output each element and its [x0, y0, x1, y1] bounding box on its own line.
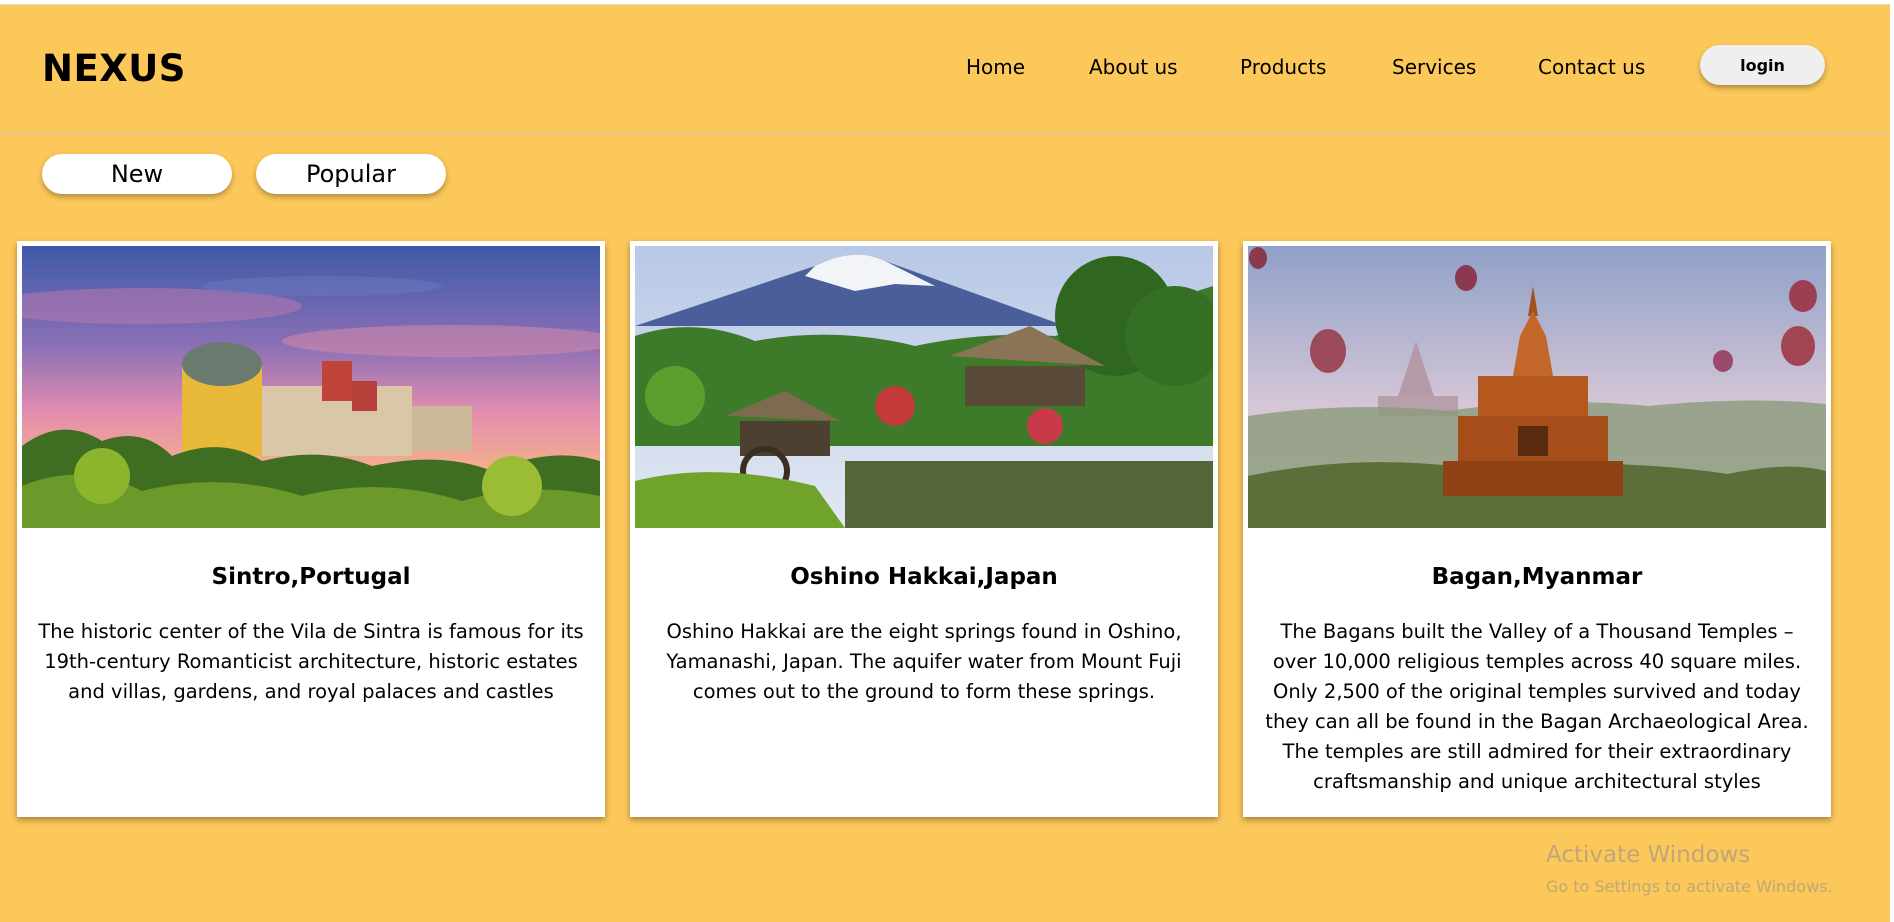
site-logo[interactable]: NEXUS: [42, 47, 186, 90]
destination-card-bagan[interactable]: Bagan,Myanmar The Bagans built the Valle…: [1243, 241, 1831, 817]
card-title: Bagan,Myanmar: [1431, 564, 1643, 590]
destination-card-sintra[interactable]: Sintro,Portugal The historic center of t…: [17, 241, 605, 817]
window-edge: [1890, 0, 1894, 921]
filter-popular-button[interactable]: Popular: [256, 154, 446, 194]
page-background: NEXUS Home About us Products Services Co…: [0, 4, 1890, 922]
login-button[interactable]: login: [1700, 45, 1825, 85]
card-description: The historic center of the Vila de Sintr…: [38, 620, 584, 703]
bagan-temples-image: [1248, 246, 1826, 528]
oshino-hakkai-image: [635, 246, 1213, 528]
filter-new-button[interactable]: New: [42, 154, 232, 194]
nav-about-us[interactable]: About us: [1089, 55, 1178, 79]
card-description: The Bagans built the Valley of a Thousan…: [1265, 620, 1809, 793]
site-header: NEXUS Home About us Products Services Co…: [0, 5, 1890, 134]
nav-services[interactable]: Services: [1392, 55, 1476, 79]
nav-contact-us[interactable]: Contact us: [1538, 55, 1645, 79]
card-description: Oshino Hakkai are the eight springs foun…: [666, 620, 1182, 703]
nav-home[interactable]: Home: [966, 55, 1025, 79]
card-title: Sintro,Portugal: [211, 564, 411, 590]
destination-card-oshino-hakkai[interactable]: Oshino Hakkai,Japan Oshino Hakkai are th…: [630, 241, 1218, 817]
activate-windows-subtitle: Go to Settings to activate Windows.: [1546, 877, 1833, 896]
sintra-palace-image: [22, 246, 600, 528]
activate-windows-title: Activate Windows: [1546, 842, 1751, 868]
card-title: Oshino Hakkai,Japan: [790, 564, 1058, 590]
nav-products[interactable]: Products: [1240, 55, 1326, 79]
